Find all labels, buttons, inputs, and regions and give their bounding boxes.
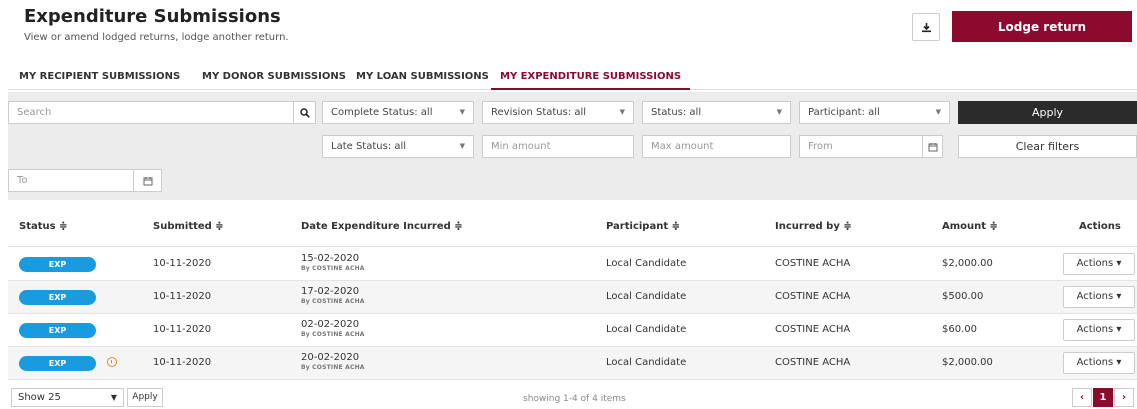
incurred-by-cell: COSTINE ACHA: [775, 291, 851, 302]
column-status[interactable]: Status ≑: [19, 221, 67, 232]
chevron-down-icon: ▼: [459, 142, 465, 150]
status-badge: EXP: [19, 323, 96, 338]
row-actions-button[interactable]: Actions ▾: [1063, 253, 1135, 275]
chevron-down-icon: ▼: [619, 108, 625, 116]
row-actions-button[interactable]: Actions ▾: [1063, 319, 1135, 341]
min-amount-input[interactable]: Min amount: [482, 135, 634, 158]
expenditure-by: By COSTINE ACHA: [301, 265, 365, 272]
incurred-by-cell: COSTINE ACHA: [775, 324, 851, 335]
incurred-by-cell: COSTINE ACHA: [775, 258, 851, 269]
amount-cell: $60.00: [942, 324, 977, 335]
column-actions: Actions: [1079, 221, 1121, 232]
to-date-input[interactable]: To: [8, 169, 134, 192]
warning-icon: [107, 357, 117, 367]
expenditure-by: By COSTINE ACHA: [301, 331, 365, 338]
submitted-date: 10-11-2020: [153, 324, 212, 335]
participant-cell: Local Candidate: [606, 357, 687, 368]
amount-cell: $2,000.00: [942, 258, 993, 269]
filter-panel: Search Complete Status: all ▼ Revision S…: [8, 92, 1137, 200]
table-row: EXP 10-11-2020 17-02-2020 By COSTINE ACH…: [8, 281, 1137, 314]
table-row: EXP 10-11-2020 20-02-2020 By COSTINE ACH…: [8, 347, 1137, 380]
chevron-down-icon: ▼: [110, 393, 117, 402]
calendar-icon: [928, 142, 937, 151]
table-footer: Show 25 ▼ Apply showing 1-4 of 4 items ‹…: [8, 388, 1137, 409]
chevron-down-icon: ▼: [459, 108, 465, 116]
revision-status-select[interactable]: Revision Status: all ▼: [482, 101, 634, 124]
expenditure-date: 02-02-2020: [301, 319, 360, 330]
table-row: EXP 10-11-2020 02-02-2020 By COSTINE ACH…: [8, 314, 1137, 347]
status-select[interactable]: Status: all ▼: [642, 101, 791, 124]
page-title: Expenditure Submissions: [24, 6, 281, 27]
participant-value: Participant: all: [808, 107, 880, 118]
calendar-icon: [143, 176, 152, 185]
row-actions-button[interactable]: Actions ▾: [1063, 286, 1135, 308]
expenditure-by: By COSTINE ACHA: [301, 364, 365, 371]
clear-filters-button[interactable]: Clear filters: [958, 135, 1137, 158]
page-header: Expenditure Submissions View or amend lo…: [0, 0, 1137, 58]
amount-cell: $500.00: [942, 291, 984, 302]
table-header: Status ≑ Submitted ≑ Date Expenditure In…: [8, 207, 1137, 247]
participant-select[interactable]: Participant: all ▼: [799, 101, 950, 124]
page-size-value: Show 25: [18, 392, 61, 403]
column-submitted[interactable]: Submitted ≑: [153, 221, 224, 232]
chevron-down-icon: ▼: [935, 108, 941, 116]
complete-status-value: Complete Status: all: [331, 107, 433, 118]
apply-filters-button[interactable]: Apply: [958, 101, 1137, 124]
page-size-apply-button[interactable]: Apply: [127, 388, 163, 407]
submitted-date: 10-11-2020: [153, 258, 212, 269]
from-date-picker[interactable]: [923, 135, 943, 158]
tab-loan-submissions[interactable]: MY LOAN SUBMISSIONS: [356, 63, 489, 90]
column-incurred-by[interactable]: Incurred by ≑: [775, 221, 852, 232]
pagination-summary: showing 1-4 of 4 items: [523, 394, 626, 404]
expenditure-by: By COSTINE ACHA: [301, 298, 365, 305]
participant-cell: Local Candidate: [606, 291, 687, 302]
page-size-select[interactable]: Show 25 ▼: [11, 388, 124, 407]
expenditure-date: 20-02-2020: [301, 352, 360, 363]
chevron-down-icon: ▼: [776, 108, 782, 116]
download-icon: [921, 22, 931, 32]
search-button[interactable]: [294, 101, 316, 124]
next-page-button[interactable]: ›: [1114, 388, 1134, 407]
tab-recipient-submissions[interactable]: MY RECIPIENT SUBMISSIONS: [19, 63, 180, 90]
late-status-select[interactable]: Late Status: all ▼: [322, 135, 474, 158]
participant-cell: Local Candidate: [606, 258, 687, 269]
prev-page-button[interactable]: ‹: [1072, 388, 1092, 407]
tab-expenditure-submissions[interactable]: MY EXPENDITURE SUBMISSIONS: [491, 63, 691, 90]
late-status-value: Late Status: all: [331, 141, 407, 152]
column-participant[interactable]: Participant ≑: [606, 221, 680, 232]
status-badge: EXP: [19, 356, 96, 371]
search-icon: [299, 107, 310, 118]
incurred-by-cell: COSTINE ACHA: [775, 357, 851, 368]
to-date-picker[interactable]: [134, 169, 162, 192]
page-subtitle: View or amend lodged returns, lodge anot…: [24, 32, 289, 43]
participant-cell: Local Candidate: [606, 324, 687, 335]
expenditure-date: 17-02-2020: [301, 286, 360, 297]
table-row: EXP 10-11-2020 15-02-2020 By COSTINE ACH…: [8, 248, 1137, 281]
submitted-date: 10-11-2020: [153, 291, 212, 302]
submitted-date: 10-11-2020: [153, 357, 212, 368]
expenditure-date: 15-02-2020: [301, 253, 360, 264]
complete-status-select[interactable]: Complete Status: all ▼: [322, 101, 474, 124]
status-badge: EXP: [19, 257, 96, 272]
submission-tabs: MY RECIPIENT SUBMISSIONS MY DONOR SUBMIS…: [8, 63, 1137, 90]
tab-donor-submissions[interactable]: MY DONOR SUBMISSIONS: [202, 63, 346, 90]
revision-status-value: Revision Status: all: [491, 107, 587, 118]
lodge-return-button[interactable]: Lodge return: [952, 11, 1132, 42]
row-actions-button[interactable]: Actions ▾: [1063, 352, 1135, 374]
page-1-button[interactable]: 1: [1093, 388, 1113, 407]
download-button[interactable]: [912, 13, 940, 41]
status-value: Status: all: [651, 107, 702, 118]
status-badge: EXP: [19, 290, 96, 305]
column-amount[interactable]: Amount ≑: [942, 221, 998, 232]
search-input[interactable]: Search: [8, 101, 294, 124]
max-amount-input[interactable]: Max amount: [642, 135, 791, 158]
amount-cell: $2,000.00: [942, 357, 993, 368]
column-date-incurred[interactable]: Date Expenditure Incurred ≑: [301, 221, 463, 232]
from-date-input[interactable]: From: [799, 135, 923, 158]
